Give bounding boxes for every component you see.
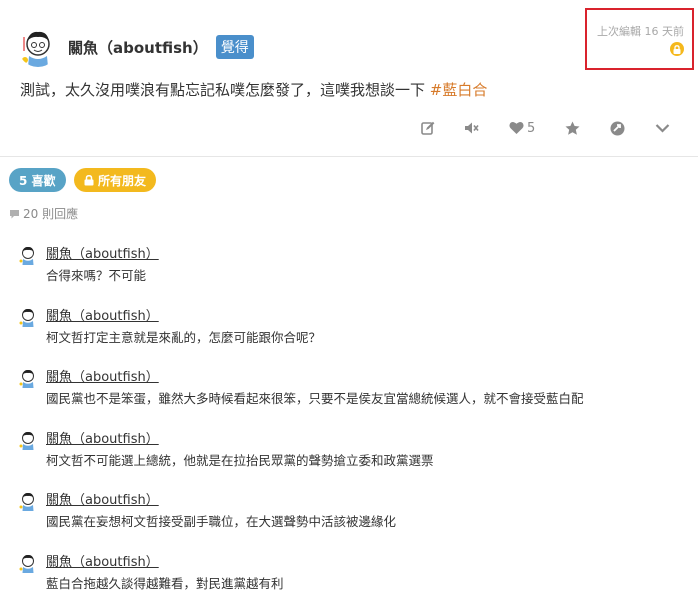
comment-author[interactable]: 關魚（aboutfish）	[46, 305, 159, 324]
comment-text: 柯文哲不可能選上總統，他就是在拉抬民眾黨的聲勢搶立委和政黨選票	[46, 453, 434, 468]
author-name[interactable]: 關魚（aboutfish）	[68, 37, 208, 58]
comment-author[interactable]: 關魚（aboutfish）	[46, 243, 159, 262]
edit-info-highlight: 上次編輯 16 天前	[585, 8, 694, 70]
commenter-avatar[interactable]	[18, 307, 38, 327]
reply-count-label: 20 則回應	[23, 207, 79, 221]
lock-icon	[670, 42, 684, 56]
comment-author[interactable]: 關魚（aboutfish）	[46, 366, 159, 385]
commenter-avatar[interactable]	[18, 368, 38, 388]
likes-badge[interactable]: 5 喜歡	[9, 168, 66, 192]
commenter-avatar[interactable]	[18, 491, 38, 511]
comment-text: 國民黨也不是笨蛋，雖然大多時候看起來很笨，只要不是侯友宜當總統候選人，就不會接受…	[46, 391, 584, 406]
like-button[interactable]: 5	[509, 118, 535, 138]
post-content: 測試，太久沒用噗浪有點忘記私噗怎麼發了，這噗我想談一下 #藍白合	[20, 79, 487, 100]
commenter-avatar[interactable]	[18, 245, 38, 265]
comment-author[interactable]: 關魚（aboutfish）	[46, 551, 159, 570]
reply-count: 20 則回應	[9, 205, 78, 222]
qualifier-badge: 覺得	[215, 35, 254, 59]
commenter-avatar[interactable]	[18, 553, 38, 573]
comment-author[interactable]: 關魚（aboutfish）	[46, 428, 159, 447]
mute-icon[interactable]	[464, 118, 480, 138]
comment-text: 合得來嗎？不可能	[46, 268, 147, 283]
edit-icon[interactable]	[421, 118, 435, 138]
privacy-badge-label: 所有朋友	[98, 173, 147, 188]
comment-author[interactable]: 關魚（aboutfish）	[46, 489, 159, 508]
section-divider	[0, 156, 698, 157]
comment-text: 藍白合拖越久談得越難看，對民進黨越有利	[46, 576, 284, 591]
comment-icon	[10, 209, 19, 218]
lock-icon	[84, 174, 94, 185]
privacy-badge[interactable]: 所有朋友	[74, 168, 157, 192]
star-icon[interactable]	[565, 118, 580, 138]
comment-text: 柯文哲打定主意就是來亂的，怎麼可能跟你合呢？	[46, 330, 322, 345]
heart-icon	[509, 122, 524, 134]
author-avatar[interactable]	[18, 27, 58, 67]
post-actions: 5	[0, 118, 698, 138]
commenter-avatar[interactable]	[18, 430, 38, 450]
likes-badge-label: 5 喜歡	[19, 173, 56, 188]
last-edited-text: 上次編輯 16 天前	[597, 25, 684, 38]
chevron-down-icon[interactable]	[655, 118, 670, 138]
post-text: 測試，太久沒用噗浪有點忘記私噗怎麼發了，這噗我想談一下	[20, 81, 426, 99]
hashtag-link[interactable]: #藍白合	[430, 81, 488, 99]
like-count: 5	[527, 120, 536, 136]
replurk-icon[interactable]	[610, 118, 625, 138]
comment-text: 國民黨在妄想柯文哲接受副手職位，在大選聲勢中活該被邊緣化	[46, 514, 397, 529]
post-header: 關魚（aboutfish） 覺得	[18, 25, 254, 69]
